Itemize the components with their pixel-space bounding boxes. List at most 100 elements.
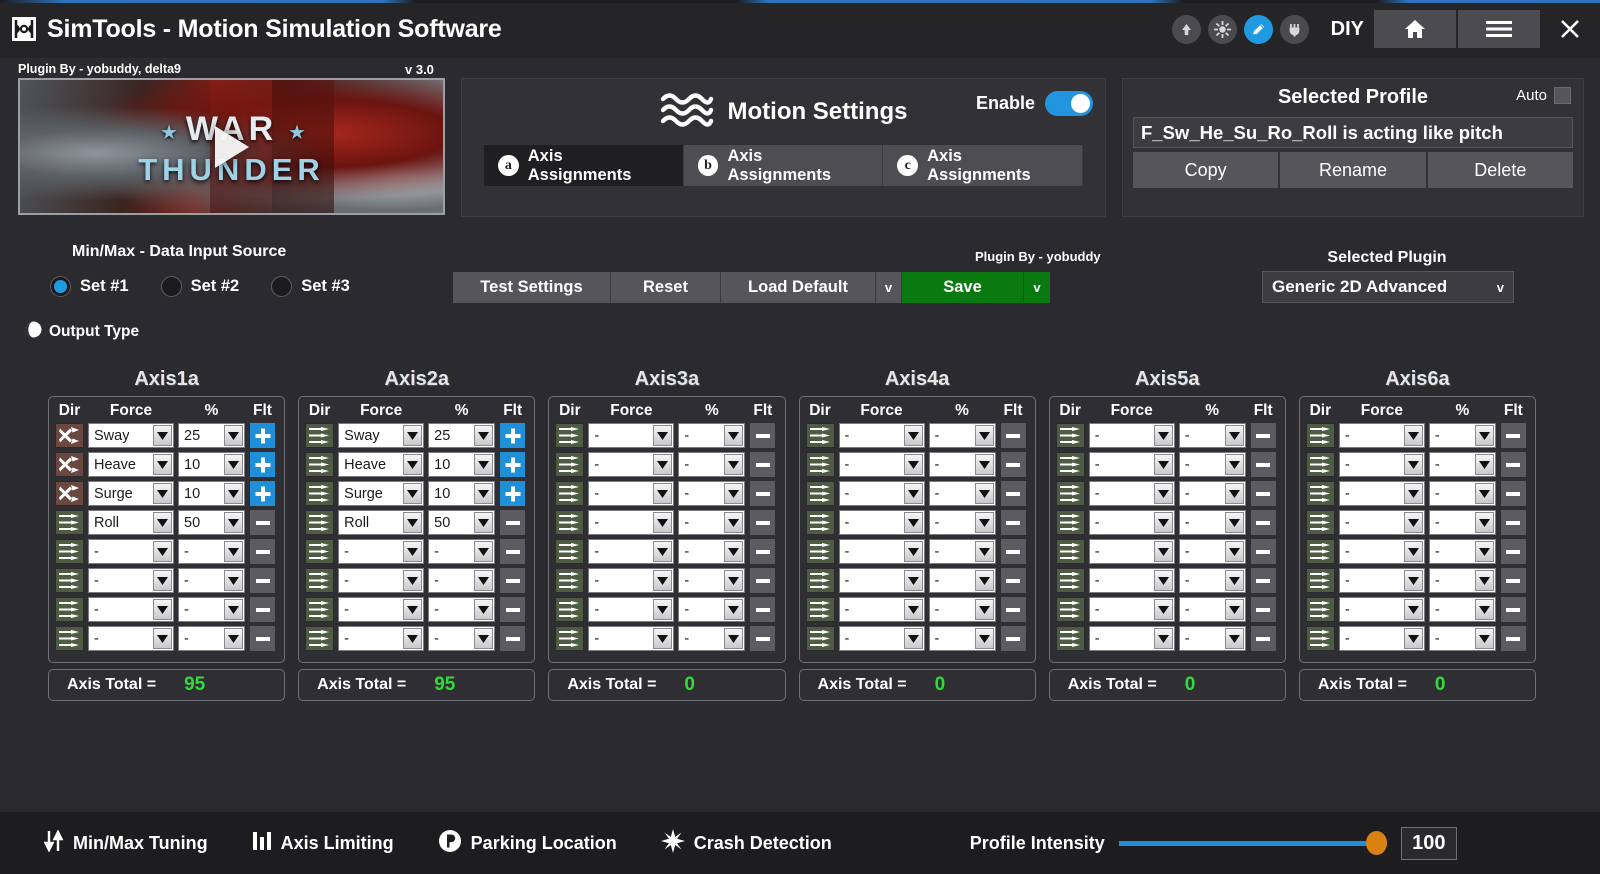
home-icon[interactable] (1374, 10, 1456, 48)
output-type-control[interactable]: Output Type (24, 320, 139, 344)
percent-dropdown[interactable]: 25 (428, 423, 495, 448)
force-dropdown[interactable]: Sway (338, 423, 424, 448)
parallel-arrows-icon[interactable] (1056, 597, 1085, 622)
percent-dropdown[interactable]: - (929, 452, 996, 477)
percent-dropdown[interactable]: - (428, 568, 495, 593)
force-dropdown[interactable]: - (588, 452, 674, 477)
load-default-button[interactable]: Load Default (721, 272, 876, 303)
percent-dropdown[interactable]: - (428, 597, 495, 622)
percent-dropdown[interactable]: - (1179, 568, 1246, 593)
parallel-arrows-icon[interactable] (555, 452, 584, 477)
percent-dropdown[interactable]: - (678, 568, 745, 593)
force-dropdown[interactable]: Surge (88, 481, 174, 506)
parallel-arrows-icon[interactable] (1306, 452, 1335, 477)
parallel-arrows-icon[interactable] (1056, 539, 1085, 564)
filter-toggle-button[interactable] (250, 423, 275, 448)
percent-dropdown[interactable]: - (929, 539, 996, 564)
force-dropdown[interactable]: - (338, 626, 424, 651)
filter-toggle-button[interactable] (1251, 481, 1276, 506)
percent-dropdown[interactable]: 10 (428, 452, 495, 477)
parallel-arrows-icon[interactable] (305, 452, 334, 477)
filter-toggle-button[interactable] (1501, 510, 1526, 535)
filter-toggle-button[interactable] (1001, 481, 1026, 506)
force-dropdown[interactable]: Roll (88, 510, 174, 535)
filter-toggle-button[interactable] (750, 539, 775, 564)
crossed-arrows-icon[interactable] (55, 481, 84, 506)
filter-toggle-button[interactable] (1251, 597, 1276, 622)
save-button[interactable]: Save (902, 272, 1024, 303)
filter-toggle-button[interactable] (750, 510, 775, 535)
plug-icon[interactable] (1280, 15, 1309, 44)
percent-dropdown[interactable]: - (1179, 626, 1246, 651)
parallel-arrows-icon[interactable] (55, 539, 84, 564)
percent-dropdown[interactable]: 10 (428, 481, 495, 506)
axis-limiting-button[interactable]: Axis Limiting (252, 830, 394, 857)
parallel-arrows-icon[interactable] (1056, 626, 1085, 651)
force-dropdown[interactable]: - (88, 539, 174, 564)
force-dropdown[interactable]: - (588, 539, 674, 564)
force-dropdown[interactable]: - (1339, 539, 1425, 564)
pencil-icon[interactable] (1244, 15, 1273, 44)
parallel-arrows-icon[interactable] (1306, 539, 1335, 564)
parallel-arrows-icon[interactable] (1306, 510, 1335, 535)
filter-toggle-button[interactable] (750, 423, 775, 448)
force-dropdown[interactable]: - (1339, 423, 1425, 448)
percent-dropdown[interactable]: - (929, 510, 996, 535)
filter-toggle-button[interactable] (250, 481, 275, 506)
force-dropdown[interactable]: - (839, 597, 925, 622)
parallel-arrows-icon[interactable] (555, 423, 584, 448)
parallel-arrows-icon[interactable] (806, 626, 835, 651)
enable-toggle[interactable] (1045, 91, 1093, 116)
force-dropdown[interactable]: Heave (338, 452, 424, 477)
percent-dropdown[interactable]: - (1429, 597, 1496, 622)
force-dropdown[interactable]: - (1339, 626, 1425, 651)
filter-toggle-button[interactable] (1501, 452, 1526, 477)
filter-toggle-button[interactable] (250, 597, 275, 622)
percent-dropdown[interactable]: - (678, 539, 745, 564)
force-dropdown[interactable]: - (88, 626, 174, 651)
force-dropdown[interactable]: - (839, 626, 925, 651)
percent-dropdown[interactable]: - (1429, 481, 1496, 506)
percent-dropdown[interactable]: - (1179, 423, 1246, 448)
percent-dropdown[interactable]: - (1429, 568, 1496, 593)
parallel-arrows-icon[interactable] (555, 568, 584, 593)
force-dropdown[interactable]: - (588, 568, 674, 593)
parallel-arrows-icon[interactable] (55, 510, 84, 535)
percent-dropdown[interactable]: 25 (178, 423, 245, 448)
filter-toggle-button[interactable] (1501, 626, 1526, 651)
parallel-arrows-icon[interactable] (1056, 568, 1085, 593)
close-icon[interactable] (1542, 10, 1598, 48)
filter-toggle-button[interactable] (1001, 423, 1026, 448)
force-dropdown[interactable]: - (588, 481, 674, 506)
filter-toggle-button[interactable] (1501, 481, 1526, 506)
force-dropdown[interactable]: - (1339, 597, 1425, 622)
parallel-arrows-icon[interactable] (1306, 626, 1335, 651)
parking-location-button[interactable]: Parking Location (438, 829, 617, 858)
parallel-arrows-icon[interactable] (806, 452, 835, 477)
percent-dropdown[interactable]: - (178, 539, 245, 564)
filter-toggle-button[interactable] (500, 597, 525, 622)
parallel-arrows-icon[interactable] (1306, 568, 1335, 593)
filter-toggle-button[interactable] (1501, 568, 1526, 593)
force-dropdown[interactable]: Roll (338, 510, 424, 535)
parallel-arrows-icon[interactable] (806, 568, 835, 593)
filter-toggle-button[interactable] (500, 568, 525, 593)
parallel-arrows-icon[interactable] (555, 539, 584, 564)
filter-toggle-button[interactable] (750, 626, 775, 651)
force-dropdown[interactable]: - (338, 539, 424, 564)
filter-toggle-button[interactable] (250, 452, 275, 477)
copy-profile-button[interactable]: Copy (1133, 152, 1278, 188)
filter-toggle-button[interactable] (1001, 539, 1026, 564)
parallel-arrows-icon[interactable] (806, 481, 835, 506)
save-dropdown-caret[interactable]: v (1024, 272, 1050, 303)
parallel-arrows-icon[interactable] (555, 481, 584, 506)
selected-profile-name[interactable]: F_Sw_He_Su_Ro_Roll is acting like pitch (1133, 117, 1573, 148)
force-dropdown[interactable]: Heave (88, 452, 174, 477)
filter-toggle-button[interactable] (1001, 626, 1026, 651)
parallel-arrows-icon[interactable] (1056, 481, 1085, 506)
percent-dropdown[interactable]: - (1179, 481, 1246, 506)
percent-dropdown[interactable]: - (678, 510, 745, 535)
percent-dropdown[interactable]: - (678, 423, 745, 448)
percent-dropdown[interactable]: - (678, 481, 745, 506)
percent-dropdown[interactable]: - (1179, 452, 1246, 477)
